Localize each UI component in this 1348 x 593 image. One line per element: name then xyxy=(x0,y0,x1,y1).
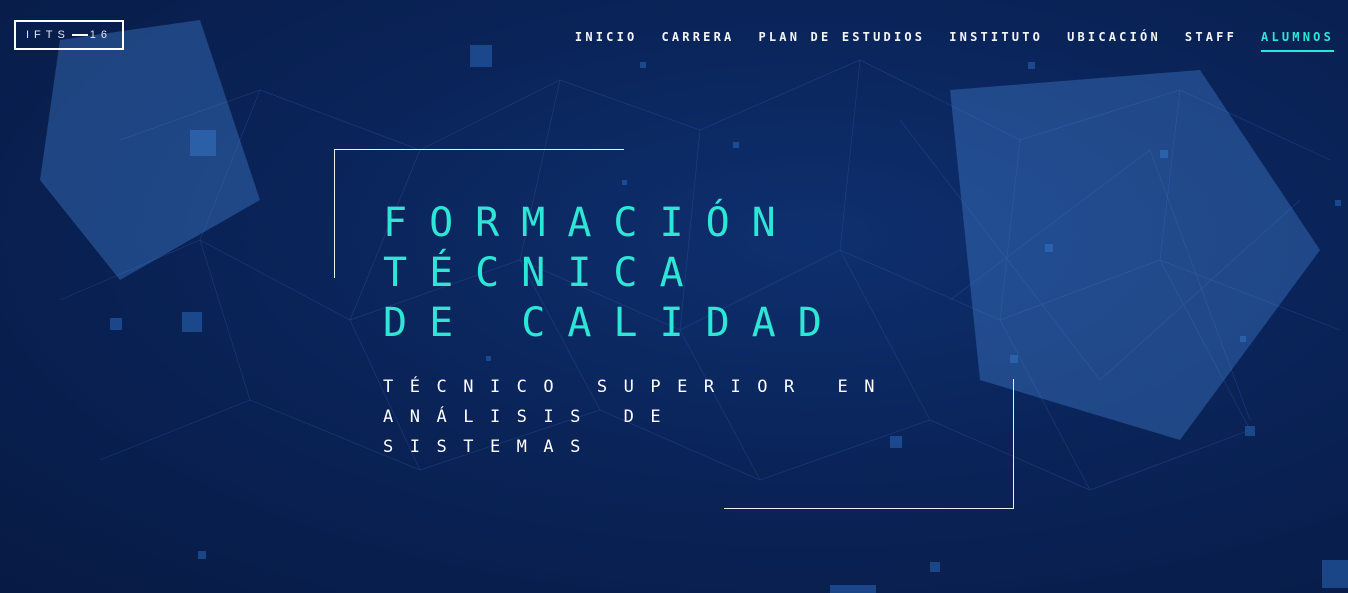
hero-subtitle: TÉCNICO SUPERIOR EN ANÁLISIS DE SISTEMAS xyxy=(383,372,891,462)
hero-title-line-2: TÉCNICA xyxy=(383,250,706,296)
logo[interactable]: IFTS 16 xyxy=(14,20,124,50)
logo-text-right: 16 xyxy=(89,29,113,41)
hero-subtitle-line-1: TÉCNICO SUPERIOR EN xyxy=(383,377,891,397)
hero-subtitle-line-2: ANÁLISIS DE xyxy=(383,407,678,427)
hero-title-line-3: DE CALIDAD xyxy=(383,300,844,346)
nav-item-plan-de-estudios[interactable]: PLAN DE ESTUDIOS xyxy=(758,30,925,52)
nav-item-instituto[interactable]: INSTITUTO xyxy=(949,30,1043,52)
frame-top-left-vertical xyxy=(334,149,335,278)
nav-item-staff[interactable]: STAFF xyxy=(1185,30,1237,52)
nav-item-inicio[interactable]: INICIO xyxy=(575,30,638,52)
nav-item-carrera[interactable]: CARRERA xyxy=(661,30,734,52)
frame-bottom-right-vertical xyxy=(1013,379,1014,509)
nav-item-alumnos[interactable]: ALUMNOS xyxy=(1261,30,1334,52)
logo-dash-icon xyxy=(71,34,88,36)
hero-title-line-1: FORMACIÓN xyxy=(383,200,798,246)
frame-bottom-right-horizontal xyxy=(724,508,1014,509)
nav-item-ubicacion[interactable]: UBICACIÓN xyxy=(1067,30,1161,52)
hero-subtitle-line-3: SISTEMAS xyxy=(383,437,597,457)
main-nav: INICIO CARRERA PLAN DE ESTUDIOS INSTITUT… xyxy=(575,30,1334,52)
logo-text-left: IFTS xyxy=(25,29,70,41)
hero-title: FORMACIÓN TÉCNICA DE CALIDAD xyxy=(383,198,844,348)
frame-top-left-horizontal xyxy=(334,149,624,150)
